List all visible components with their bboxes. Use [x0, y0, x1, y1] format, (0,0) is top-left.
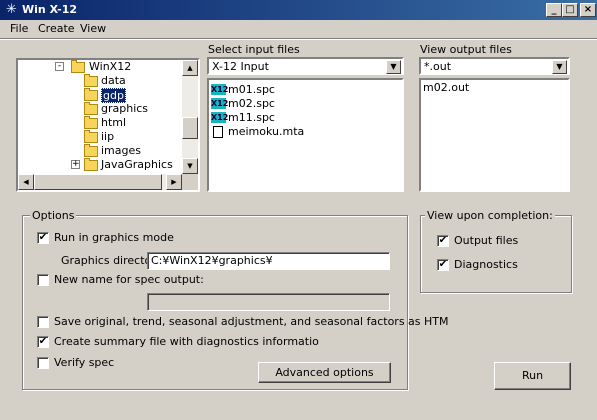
create-summary-label[interactable]: Create summary file with diagnostics inf…	[54, 335, 319, 348]
scroll-corner	[182, 174, 198, 190]
scroll-right-icon[interactable]: ▶	[166, 174, 182, 190]
run-button[interactable]: Run	[494, 362, 571, 390]
folder-tree[interactable]: - WinX12 data gdp graphics html iip imag…	[16, 58, 200, 192]
menu-bar: File Create View	[0, 20, 597, 38]
tree-hscroll-thumb[interactable]	[34, 174, 162, 190]
file-name: m11.spc	[228, 111, 275, 124]
scroll-left-icon[interactable]: ◀	[18, 174, 34, 190]
output-filter-combo[interactable]: *.out ▼	[419, 57, 570, 75]
run-graphics-label[interactable]: Run in graphics mode	[54, 231, 174, 244]
menu-create[interactable]: Create	[38, 22, 75, 35]
folder-icon	[84, 158, 98, 171]
x12-file-icon: X12	[211, 112, 229, 123]
new-name-label[interactable]: New name for spec output:	[54, 273, 204, 286]
input-filter-value: X-12 Input	[212, 60, 269, 73]
output-files-list[interactable]: m02.out	[419, 78, 570, 192]
tree-item-label-selected: gdp	[101, 88, 126, 103]
new-name-checkbox[interactable]	[37, 274, 49, 286]
folder-icon	[84, 144, 98, 157]
tree-item-label: JavaGraphics	[101, 158, 173, 171]
file-name: meimoku.mta	[228, 125, 305, 138]
scroll-up-icon[interactable]: ▲	[182, 60, 198, 76]
folder-icon	[84, 130, 98, 143]
scroll-down-icon[interactable]: ▼	[182, 158, 198, 174]
asterisk-icon: ✳	[6, 2, 17, 17]
input-filter-combo[interactable]: X-12 Input ▼	[207, 57, 404, 75]
completion-group	[420, 215, 572, 293]
save-original-label[interactable]: Save original, trend, seasonal adjustmen…	[54, 315, 449, 328]
output-files-checkbox[interactable]: ✔	[437, 235, 449, 247]
run-graphics-checkbox[interactable]: ✔	[37, 232, 49, 244]
output-files-label[interactable]: Output files	[454, 234, 518, 247]
create-summary-checkbox[interactable]: ✔	[37, 336, 49, 348]
output-filter-value: *.out	[424, 60, 452, 73]
folder-icon	[84, 74, 98, 87]
dropdown-arrow-icon[interactable]: ▼	[386, 60, 401, 74]
minimize-button[interactable]: _	[546, 3, 562, 17]
save-original-checkbox[interactable]	[37, 316, 49, 328]
dropdown-arrow-icon[interactable]: ▼	[552, 60, 567, 74]
x12-file-icon: X12	[211, 98, 229, 109]
input-files-list[interactable]: X12 m01.spc X12 m02.spc X12 m11.spc meim…	[207, 78, 404, 192]
maximize-button[interactable]: □	[562, 3, 578, 17]
folder-icon	[84, 102, 98, 115]
advanced-options-button[interactable]: Advanced options	[258, 362, 391, 383]
tree-item-label: WinX12	[89, 60, 132, 73]
expand-icon[interactable]: +	[71, 160, 80, 169]
tree-vscroll-thumb[interactable]	[182, 117, 198, 139]
diagnostics-label[interactable]: Diagnostics	[454, 258, 518, 271]
folder-open-icon	[71, 60, 85, 73]
graphics-dir-input[interactable]: C:¥WinX12¥graphics¥	[147, 252, 390, 270]
menu-file[interactable]: File	[10, 22, 28, 35]
new-name-input[interactable]	[147, 293, 390, 311]
collapse-icon[interactable]: -	[55, 62, 64, 71]
x12-file-icon: X12	[211, 84, 229, 95]
completion-group-title: View upon completion:	[425, 209, 555, 222]
folder-icon	[84, 116, 98, 129]
tree-item-label: html	[101, 116, 127, 129]
diagnostics-checkbox[interactable]: ✔	[437, 259, 449, 271]
verify-spec-label[interactable]: Verify spec	[54, 356, 114, 369]
title-bar[interactable]: ✳ Win X-12 _ □ ×	[0, 0, 597, 20]
file-name: m02.out	[423, 81, 470, 94]
file-name: m01.spc	[228, 83, 275, 96]
tree-item-label: graphics	[101, 102, 149, 115]
menu-view[interactable]: View	[80, 22, 106, 35]
folder-icon	[84, 88, 98, 101]
window-title: Win X-12	[22, 3, 78, 16]
file-name: m02.spc	[228, 97, 275, 110]
input-files-heading: Select input files	[208, 43, 300, 56]
output-files-heading: View output files	[420, 43, 512, 56]
text-file-icon	[213, 126, 223, 138]
options-group-title: Options	[30, 209, 77, 222]
tree-item-label: iip	[101, 130, 115, 143]
verify-spec-checkbox[interactable]	[37, 357, 49, 369]
menu-separator	[0, 38, 597, 40]
close-button[interactable]: ×	[580, 3, 596, 17]
tree-item-label: images	[101, 144, 141, 157]
tree-item-label: data	[101, 74, 126, 87]
